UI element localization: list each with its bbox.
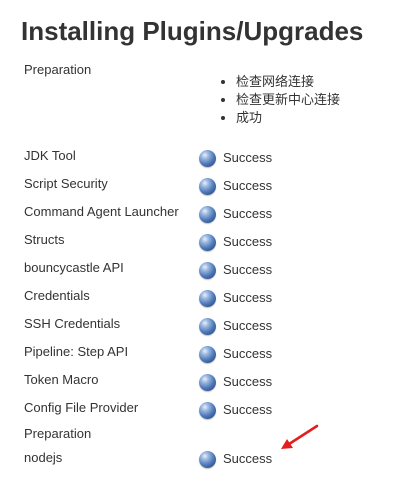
plugin-status: Success [199,450,272,468]
plugin-name: Structs [24,232,65,247]
plugin-status: Success [199,373,272,391]
plugin-name: Script Security [24,176,108,191]
plugin-name: Pipeline: Step API [24,344,129,359]
plugin-row: JDK Tool Success [0,147,403,169]
blue-ball-icon [199,373,216,391]
plugin-name: Command Agent Launcher [24,204,179,219]
plugin-status: Success [199,177,272,195]
plugin-name: bouncycastle API [24,260,124,275]
plugin-row: Pipeline: Step API Success [0,343,403,365]
plugin-status: Success [199,401,272,419]
blue-ball-icon [199,317,216,335]
status-text: Success [223,451,273,466]
plugin-status: Success [199,233,272,251]
status-text: Success [223,150,273,165]
plugin-status: Success [199,317,272,335]
plugin-row: Structs Success [0,231,403,253]
blue-ball-icon [199,233,216,251]
preparation-label-2: Preparation [24,426,92,441]
blue-ball-icon [199,205,216,223]
blue-ball-icon [199,345,216,363]
blue-ball-icon [199,149,216,167]
plugin-row: nodejs Success [0,449,403,471]
plugin-row: Token Macro Success [0,371,403,393]
blue-ball-icon [199,261,216,279]
plugin-name: Config File Provider [24,400,139,415]
plugin-row: Config File Provider Success [0,399,403,421]
status-text: Success [223,402,273,417]
status-text: Success [223,318,273,333]
status-text: Success [223,178,273,193]
plugin-row: bouncycastle API Success [0,259,403,281]
status-text: Success [223,374,273,389]
red-arrow-icon [281,424,319,449]
plugin-row: Credentials Success [0,287,403,309]
status-text: Success [223,234,273,249]
plugin-name: Token Macro [24,372,99,387]
plugin-row: Script Security Success [0,175,403,197]
plugin-status-list: JDK Tool Success Script Security Success… [0,0,403,487]
blue-ball-icon [199,401,216,419]
plugin-status: Success [199,149,272,167]
blue-ball-icon [199,450,216,468]
plugin-status: Success [199,289,272,307]
blue-ball-icon [199,177,216,195]
status-text: Success [223,206,273,221]
plugin-status: Success [199,205,272,223]
plugin-status: Success [199,345,272,363]
plugin-name: Credentials [24,288,90,303]
plugin-status: Success [199,261,272,279]
plugin-name: JDK Tool [24,148,76,163]
plugin-name: SSH Credentials [24,316,121,331]
plugin-name: nodejs [24,450,63,465]
blue-ball-icon [199,289,216,307]
status-text: Success [223,262,273,277]
plugin-row: Command Agent Launcher Success [0,203,403,225]
status-text: Success [223,346,273,361]
status-text: Success [223,290,273,305]
plugin-row: SSH Credentials Success [0,315,403,337]
